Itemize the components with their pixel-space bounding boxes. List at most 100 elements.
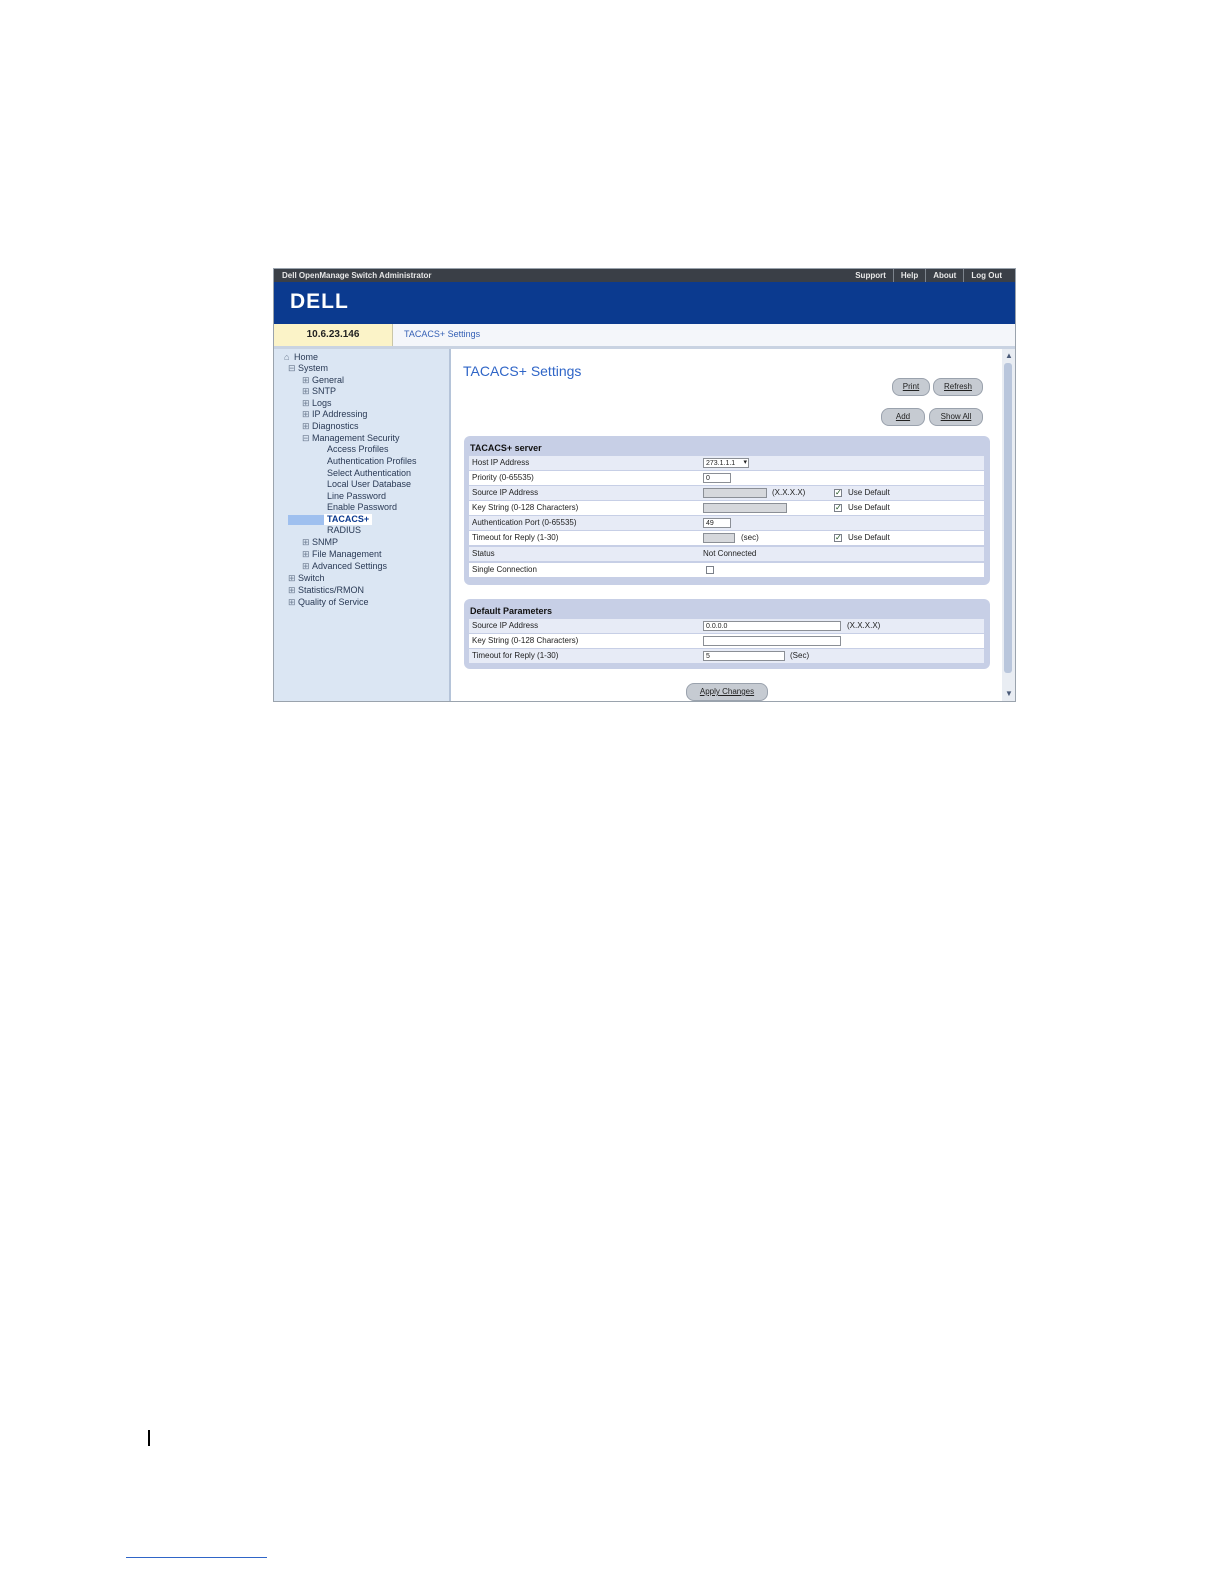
- source-ip-row: Source IP Address (X.X.X.X) Use Default: [469, 486, 984, 500]
- tree-item-statistics[interactable]: ⊞ Statistics/RMON: [288, 585, 364, 596]
- support-link[interactable]: Support: [848, 269, 893, 282]
- expand-icon[interactable]: ⊞: [302, 421, 312, 432]
- host-ip-row: Host IP Address 273.1.1.1 ▾: [469, 456, 984, 470]
- brand-header: DELL: [274, 282, 1015, 324]
- source-ip-input[interactable]: [703, 488, 767, 498]
- key-string-input[interactable]: [703, 503, 787, 513]
- scroll-down-icon[interactable]: ▼: [1005, 689, 1013, 698]
- single-connection-checkbox[interactable]: [706, 566, 714, 574]
- show-all-button[interactable]: Show All: [929, 408, 983, 426]
- source-ip-hint: (X.X.X.X): [772, 488, 806, 497]
- logout-link[interactable]: Log Out: [963, 269, 1009, 282]
- default-source-ip-input[interactable]: 0.0.0.0: [703, 621, 841, 631]
- timeout-use-default-checkbox[interactable]: [834, 531, 842, 545]
- expand-icon[interactable]: ⊞: [302, 561, 312, 572]
- scroll-up-icon[interactable]: ▲: [1005, 351, 1013, 360]
- tree-item-tacacs[interactable]: TACACS+: [324, 514, 373, 525]
- default-source-ip-row: Source IP Address 0.0.0.0 (X.X.X.X): [469, 619, 984, 633]
- title-bar: Dell OpenManage Switch Administrator Sup…: [274, 269, 1015, 282]
- status-value: Not Connected: [703, 549, 757, 558]
- scrollbar-thumb[interactable]: [1004, 363, 1012, 673]
- tree-item-management-security[interactable]: ⊟ Management Security: [302, 433, 400, 444]
- auth-port-input[interactable]: 49: [703, 518, 731, 528]
- default-key-string-row: Key String (0-128 Characters): [469, 634, 984, 648]
- scrollbar[interactable]: ▲ ▼: [1002, 349, 1015, 701]
- tree-item-ip-addressing[interactable]: ⊞ IP Addressing: [302, 409, 367, 420]
- page-title: TACACS+ Settings: [463, 363, 582, 379]
- refresh-button[interactable]: Refresh: [933, 378, 983, 396]
- tree-item-select-authentication[interactable]: Select Authentication: [327, 468, 411, 479]
- breadcrumb-bar: 10.6.23.146 TACACS+ Settings: [274, 324, 1015, 349]
- expand-icon[interactable]: ⊞: [302, 409, 312, 420]
- print-button[interactable]: Print: [892, 378, 930, 396]
- status-row: Status Not Connected: [469, 547, 984, 561]
- footer-rule: [126, 1557, 267, 1558]
- tree-item-general[interactable]: ⊞ General: [302, 375, 344, 386]
- default-key-string-label: Key String (0-128 Characters): [472, 636, 579, 645]
- tree-item-sntp[interactable]: ⊞ SNTP: [302, 386, 336, 397]
- tree-item-local-user-database[interactable]: Local User Database: [327, 479, 411, 490]
- tree-item-logs[interactable]: ⊞ Logs: [302, 398, 332, 409]
- tree-item-access-profiles[interactable]: Access Profiles: [327, 444, 389, 455]
- content-area: TACACS+ Settings Print Refresh Add Show …: [451, 349, 1004, 701]
- source-ip-use-default-checkbox[interactable]: [834, 486, 842, 500]
- host-ip-select[interactable]: 273.1.1.1 ▾: [703, 458, 749, 468]
- key-string-label: Key String (0-128 Characters): [472, 503, 579, 512]
- tree-item-system[interactable]: ⊟ System: [288, 363, 328, 374]
- tree-item-file-management[interactable]: ⊞ File Management: [302, 549, 382, 560]
- default-timeout-input[interactable]: 5: [703, 651, 785, 661]
- navigation-tree: ⌂ Home ⊟ System ⊞ General ⊞ SNTP ⊞ Logs ⊞ IP A…: [274, 349, 451, 701]
- tree-item-home[interactable]: ⌂ Home: [284, 352, 318, 363]
- host-ip-value: 273.1.1.1: [706, 460, 736, 467]
- priority-row: Priority (0-65535) 0: [469, 471, 984, 485]
- dell-logo: DELL: [290, 290, 349, 313]
- page-margin-mark: [148, 1430, 150, 1446]
- key-string-use-default-checkbox[interactable]: [834, 501, 842, 515]
- tree-item-switch[interactable]: ⊞ Switch: [288, 573, 325, 584]
- collapse-icon[interactable]: ⊟: [302, 433, 312, 444]
- auth-port-label: Authentication Port (0-65535): [472, 518, 577, 527]
- key-string-row: Key String (0-128 Characters) Use Defaul…: [469, 501, 984, 515]
- expand-icon[interactable]: ⊞: [302, 398, 312, 409]
- help-link[interactable]: Help: [892, 269, 925, 282]
- default-key-string-input[interactable]: [703, 636, 841, 646]
- default-timeout-label: Timeout for Reply (1-30): [472, 651, 559, 660]
- tree-item-line-password[interactable]: Line Password: [327, 491, 386, 502]
- app-title: Dell OpenManage Switch Administrator: [282, 271, 432, 280]
- top-links: Support Help About Log Out: [848, 269, 1009, 282]
- timeout-input[interactable]: [703, 533, 735, 543]
- tree-item-diagnostics[interactable]: ⊞ Diagnostics: [302, 421, 359, 432]
- timeout-label: Timeout for Reply (1-30): [472, 533, 559, 542]
- expand-icon[interactable]: ⊞: [288, 573, 298, 584]
- key-string-use-default-label: Use Default: [848, 503, 890, 512]
- apply-changes-button[interactable]: Apply Changes: [686, 683, 768, 701]
- source-ip-label: Source IP Address: [472, 488, 539, 497]
- breadcrumb[interactable]: TACACS+ Settings: [404, 324, 480, 344]
- tree-item-quality-of-service[interactable]: ⊞ Quality of Service: [288, 597, 369, 608]
- host-ip-label: Host IP Address: [472, 458, 530, 467]
- device-ip: 10.6.23.146: [274, 324, 393, 346]
- expand-icon[interactable]: ⊞: [302, 549, 312, 560]
- default-source-ip-hint: (X.X.X.X): [847, 621, 881, 630]
- expand-icon[interactable]: ⊞: [288, 585, 298, 596]
- single-connection-label: Single Connection: [472, 565, 537, 574]
- collapse-icon[interactable]: ⊟: [288, 363, 298, 374]
- tree-item-radius[interactable]: RADIUS: [327, 525, 361, 536]
- add-button[interactable]: Add: [881, 408, 925, 426]
- expand-icon[interactable]: ⊞: [302, 537, 312, 548]
- default-parameters-panel: Default Parameters Source IP Address 0.0…: [464, 599, 990, 669]
- about-link[interactable]: About: [925, 269, 963, 282]
- single-connection-row: Single Connection: [469, 563, 984, 577]
- expand-icon[interactable]: ⊞: [288, 597, 298, 608]
- auth-port-row: Authentication Port (0-65535) 49: [469, 516, 984, 530]
- tree-item-snmp[interactable]: ⊞ SNMP: [302, 537, 338, 548]
- default-timeout-hint: (Sec): [790, 651, 810, 660]
- tree-item-authentication-profiles[interactable]: Authentication Profiles: [327, 456, 417, 467]
- priority-input[interactable]: 0: [703, 473, 731, 483]
- expand-icon[interactable]: ⊞: [302, 375, 312, 386]
- tree-item-enable-password[interactable]: Enable Password: [327, 502, 397, 513]
- timeout-row: Timeout for Reply (1-30) (sec) Use Defau…: [469, 531, 984, 545]
- expand-icon[interactable]: ⊞: [302, 386, 312, 397]
- home-icon: ⌂: [284, 352, 290, 362]
- tree-item-advanced-settings[interactable]: ⊞ Advanced Settings: [302, 561, 387, 572]
